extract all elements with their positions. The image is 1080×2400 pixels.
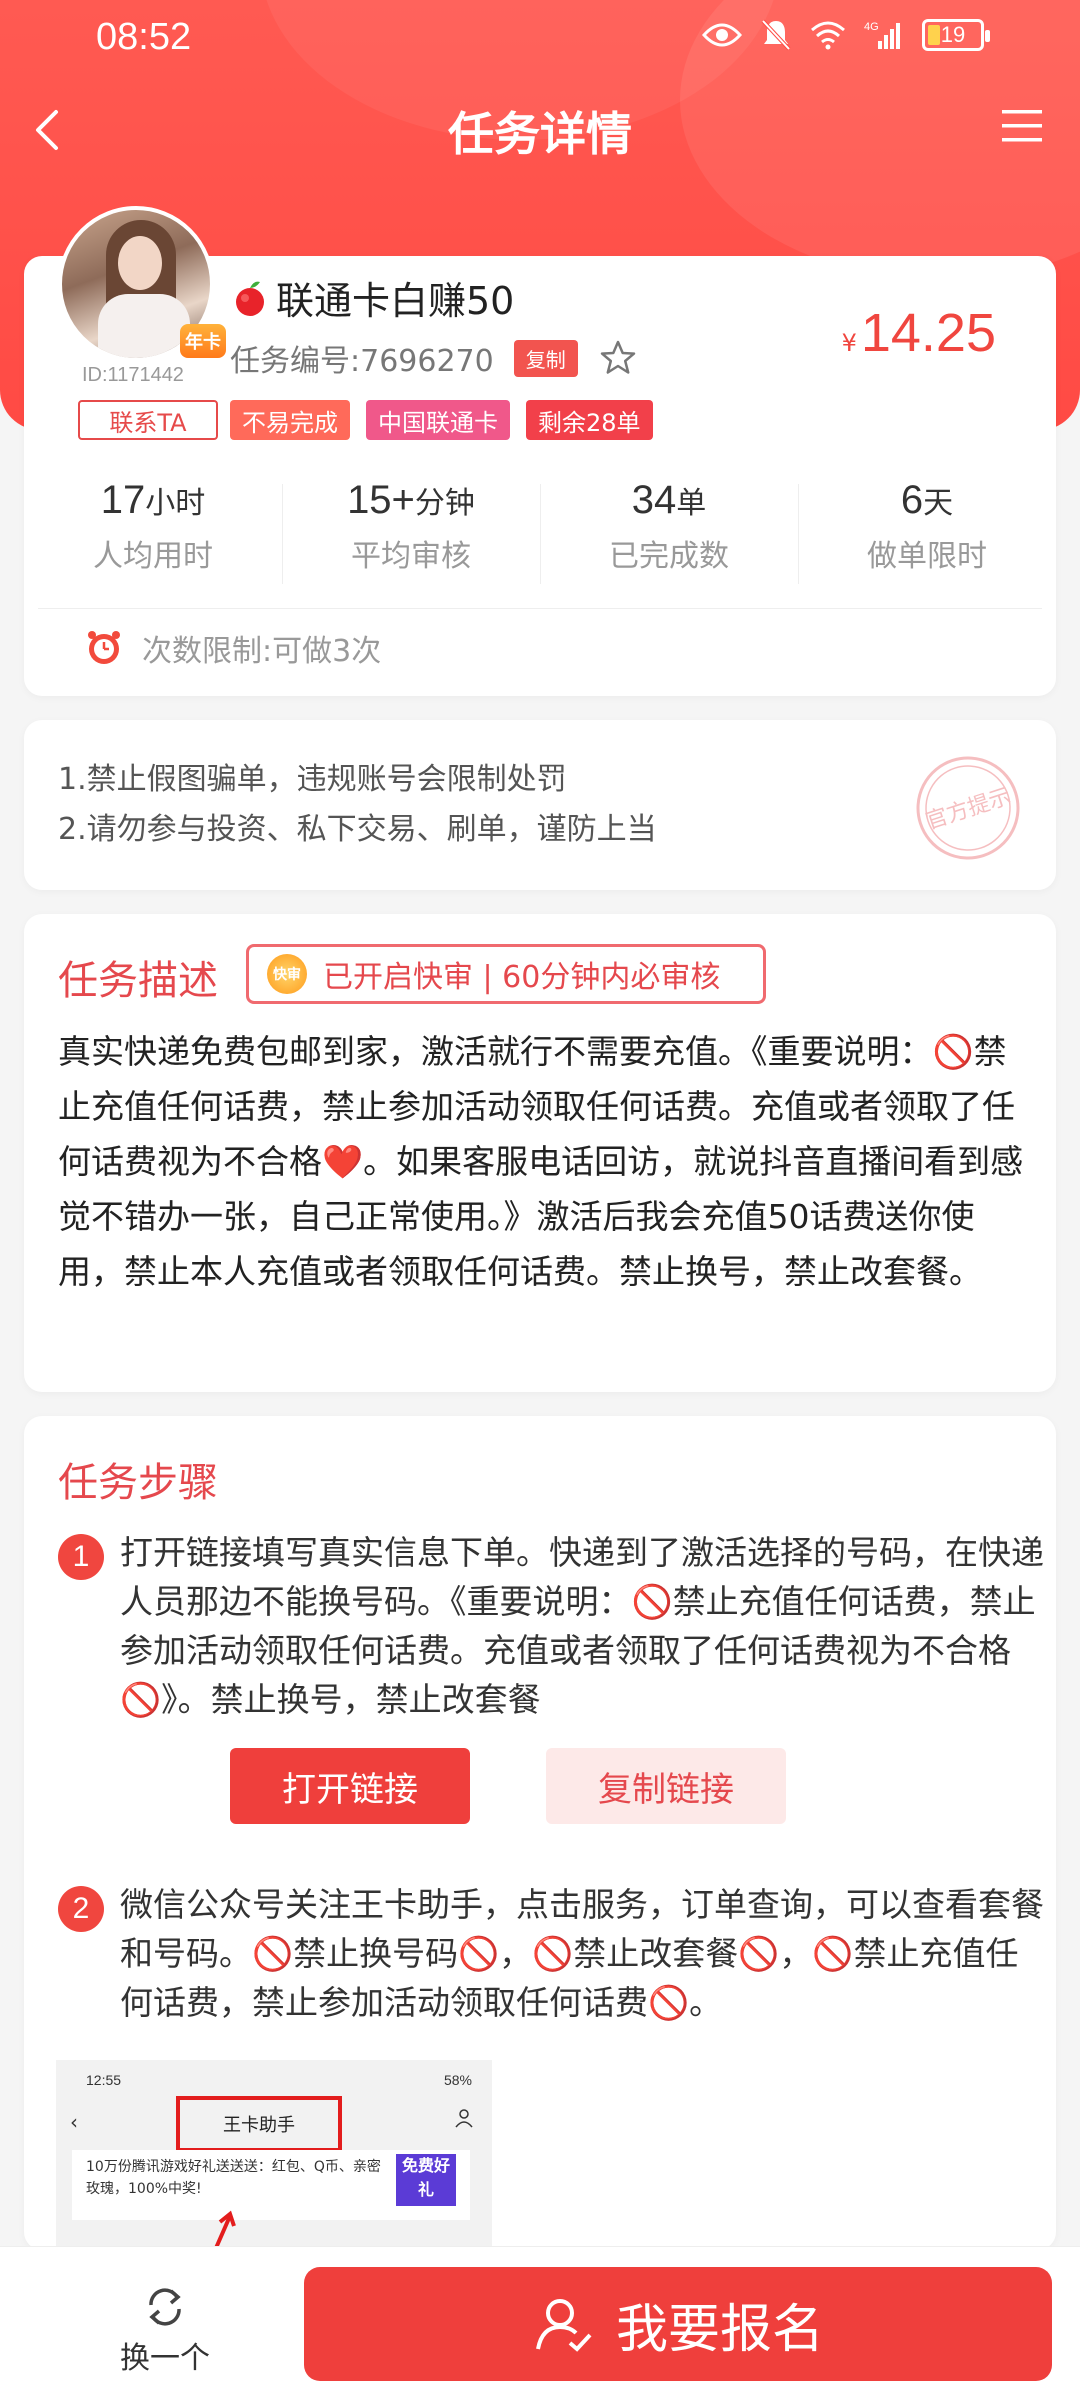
- copy-link-button[interactable]: 复制链接: [546, 1748, 786, 1824]
- description-card: 任务描述 快审 已开启快审 | 60分钟内必审核 真实快递免费包邮到家，激活就行…: [24, 914, 1056, 1392]
- chevron-left-icon: ‹: [70, 2110, 78, 2134]
- alarm-clock-icon: [88, 631, 120, 664]
- task-price: ¥ 14.25: [841, 303, 996, 363]
- copy-task-number-button[interactable]: 复制: [513, 339, 578, 377]
- step-number: 2: [58, 1886, 104, 1932]
- arrow-icon: [214, 2210, 236, 2249]
- tag-difficulty: 不易完成: [230, 400, 350, 440]
- steps-title: 任务步骤: [58, 1460, 218, 1506]
- tag-category: 中国联通卡: [366, 400, 510, 440]
- svg-text:4G: 4G: [864, 21, 879, 33]
- notice-line: 2.请勿参与投资、私下交易、刷单，谨防上当: [58, 812, 657, 847]
- signup-button[interactable]: 我要报名: [304, 2267, 1052, 2381]
- task-card: 年卡 ID:1171442 联系TA 联通卡白赚50 任务编号:7696270 …: [24, 206, 1056, 696]
- task-number: 任务编号:7696270: [230, 344, 494, 379]
- apple-icon: [236, 281, 264, 316]
- user-icon: [455, 2109, 473, 2128]
- step-screenshot[interactable]: 12:55 58% ‹ 王卡助手 10万份腾讯游戏好礼送送送：红包、Q币、亲密玫…: [56, 2060, 492, 2250]
- description-text: 真实快递免费包邮到家，激活就行不需要充值。《重要说明：🚫禁止充值任何话费，禁止参…: [58, 1032, 1024, 1291]
- star-icon[interactable]: [598, 338, 638, 378]
- refresh-icon: [149, 2288, 181, 2326]
- status-time: 08:52: [96, 16, 192, 58]
- notice-card: 1.禁止假图骗单，违规账号会限制处罚 2.请勿参与投资、私下交易、刷单，谨防上当…: [24, 720, 1056, 890]
- notice-line: 1.禁止假图骗单，违规账号会限制处罚: [58, 762, 567, 797]
- contact-button[interactable]: 联系TA: [78, 400, 218, 440]
- stat-avg-review: 15+分钟 平均审核: [282, 466, 540, 606]
- title-bar: 任务详情: [0, 90, 1080, 170]
- official-stamp: 官方提示: [916, 756, 1020, 860]
- hamburger-icon: [1002, 110, 1042, 142]
- svg-text:官方提示: 官方提示: [923, 784, 1014, 835]
- battery-icon: 19: [922, 19, 990, 51]
- user-id: ID:1171442: [82, 364, 184, 386]
- user-check-icon: [536, 2299, 592, 2352]
- swap-task-button[interactable]: 换一个: [100, 2283, 230, 2376]
- fast-review-badge: 快审 已开启快审 | 60分钟内必审核: [246, 944, 766, 1004]
- task-name: 联通卡白赚50: [230, 270, 514, 325]
- stat-completed: 34单 已完成数: [540, 466, 798, 606]
- task-tags: 不易完成 中国联通卡 剩余28单: [230, 400, 653, 440]
- open-link-button[interactable]: 打开链接: [230, 1748, 470, 1824]
- attempt-limit: 次数限制:可做3次: [84, 626, 381, 670]
- tag-remaining: 剩余28单: [526, 400, 653, 440]
- stat-avg-time: 17小时 人均用时: [93, 478, 213, 574]
- eye-icon: [702, 23, 742, 47]
- step-number: 1: [58, 1534, 104, 1580]
- wifi-icon: [811, 21, 845, 50]
- mute-bell-icon: [761, 19, 791, 51]
- step-text: 打开链接填写真实信息下单。快递到了激活选择的号码，在快递人员那边不能换号码。《重…: [120, 1533, 1044, 1719]
- task-stats: 17小时 人均用时 15+分钟 平均审核 34单 已完成数 6天 做单限时: [24, 466, 1056, 606]
- fast-review-icon: 快审: [267, 954, 307, 994]
- signal-icon: 4G: [864, 21, 900, 49]
- bottom-bar: 换一个 我要报名: [0, 2246, 1080, 2400]
- page-title: 任务详情: [448, 107, 632, 161]
- year-card-badge: 年卡: [180, 324, 226, 358]
- description-title: 任务描述: [58, 958, 218, 1004]
- status-bar: 08:52 4G 19: [0, 0, 1080, 80]
- menu-button[interactable]: [1000, 106, 1044, 146]
- stat-time-limit: 6天 做单限时: [798, 466, 1056, 606]
- steps-card: 任务步骤 1 打开链接填写真实信息下单。快递到了激活选择的号码，在快递人员那边不…: [24, 1416, 1056, 2250]
- step-text: 微信公众号关注王卡助手，点击服务，订单查询，可以查看套餐和号码。🚫禁止换号码🚫，…: [120, 1885, 1044, 2022]
- divider: [38, 608, 1042, 609]
